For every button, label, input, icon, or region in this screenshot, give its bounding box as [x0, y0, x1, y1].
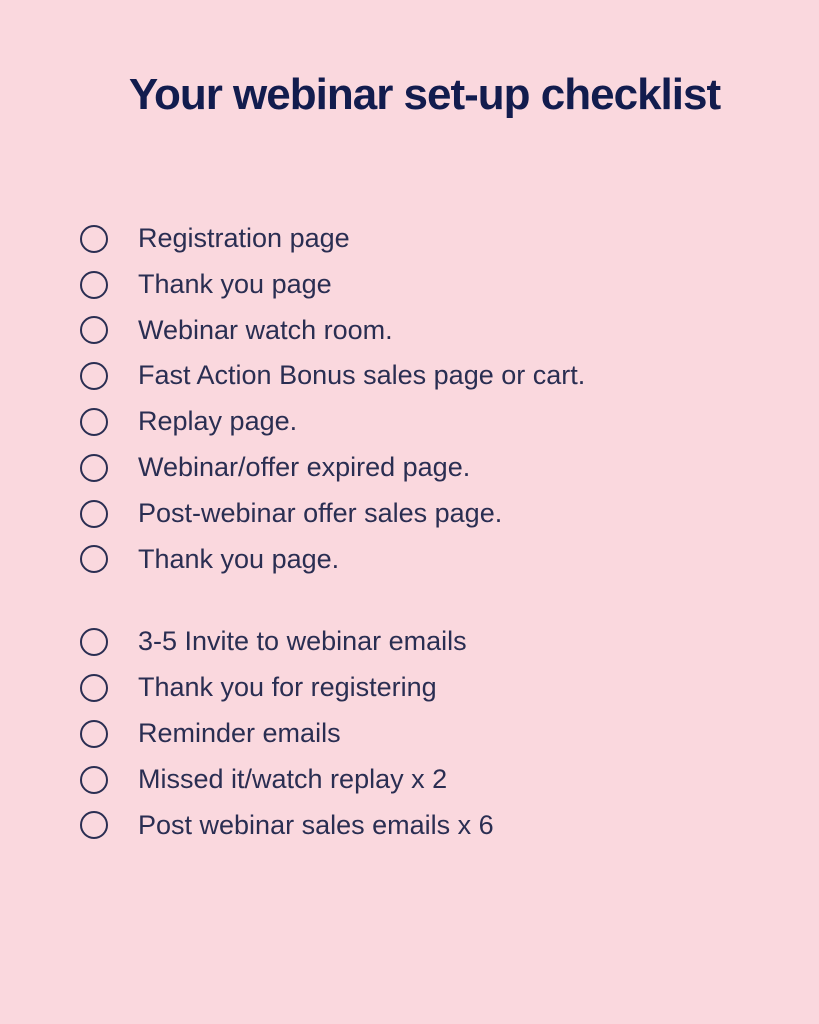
checkbox-icon[interactable] — [80, 674, 108, 702]
item-label: Post-webinar offer sales page. — [138, 495, 502, 533]
checkbox-icon[interactable] — [80, 811, 108, 839]
checkbox-icon[interactable] — [80, 225, 108, 253]
item-label: 3-5 Invite to webinar emails — [138, 623, 467, 661]
checkbox-icon[interactable] — [80, 628, 108, 656]
item-label: Fast Action Bonus sales page or cart. — [138, 357, 585, 395]
checkbox-icon[interactable] — [80, 500, 108, 528]
checklist-group-pages: Registration page Thank you page Webinar… — [80, 220, 769, 578]
checkbox-icon[interactable] — [80, 720, 108, 748]
item-label: Missed it/watch replay x 2 — [138, 761, 447, 799]
item-label: Post webinar sales emails x 6 — [138, 807, 494, 845]
list-item: Webinar/offer expired page. — [80, 449, 769, 487]
item-label: Registration page — [138, 220, 350, 258]
checkbox-icon[interactable] — [80, 362, 108, 390]
page-title: Your webinar set-up checklist — [80, 70, 769, 120]
item-label: Webinar watch room. — [138, 312, 393, 350]
checklist-container: Your webinar set-up checklist Registrati… — [0, 0, 819, 939]
list-item: Replay page. — [80, 403, 769, 441]
list-item: Reminder emails — [80, 715, 769, 753]
list-item: Post webinar sales emails x 6 — [80, 807, 769, 845]
item-label: Replay page. — [138, 403, 297, 441]
item-label: Thank you for registering — [138, 669, 437, 707]
list-item: 3-5 Invite to webinar emails — [80, 623, 769, 661]
list-item: Thank you page — [80, 266, 769, 304]
list-item: Thank you page. — [80, 541, 769, 579]
list-item: Missed it/watch replay x 2 — [80, 761, 769, 799]
item-label: Webinar/offer expired page. — [138, 449, 470, 487]
list-item: Registration page — [80, 220, 769, 258]
list-item: Fast Action Bonus sales page or cart. — [80, 357, 769, 395]
checkbox-icon[interactable] — [80, 545, 108, 573]
list-item: Thank you for registering — [80, 669, 769, 707]
list-item: Webinar watch room. — [80, 312, 769, 350]
list-item: Post-webinar offer sales page. — [80, 495, 769, 533]
checkbox-icon[interactable] — [80, 408, 108, 436]
checklist-group-emails: 3-5 Invite to webinar emails Thank you f… — [80, 623, 769, 844]
item-label: Thank you page — [138, 266, 332, 304]
item-label: Reminder emails — [138, 715, 341, 753]
checkbox-icon[interactable] — [80, 454, 108, 482]
checkbox-icon[interactable] — [80, 271, 108, 299]
item-label: Thank you page. — [138, 541, 339, 579]
checkbox-icon[interactable] — [80, 766, 108, 794]
checkbox-icon[interactable] — [80, 316, 108, 344]
